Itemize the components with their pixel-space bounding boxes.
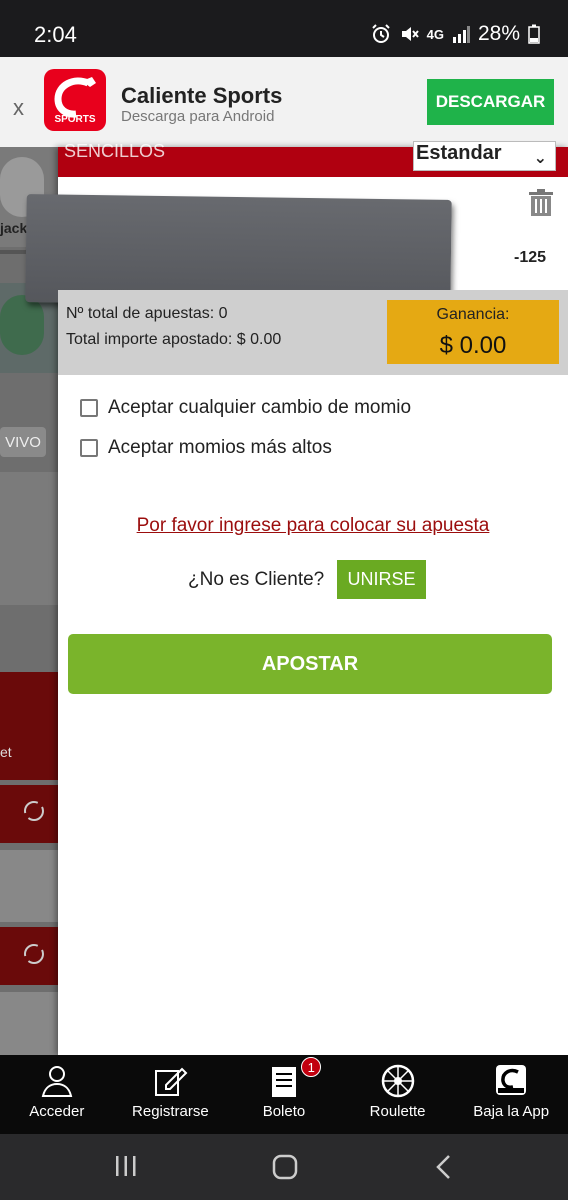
status-icons: 4G 28% (371, 22, 540, 46)
bg-row (0, 850, 58, 922)
bet-summary: Nº total de apuestas: 0 Total importe ap… (58, 290, 568, 375)
bg-row (0, 472, 58, 605)
network-label: 4G (426, 26, 444, 42)
gain-value: $ 0.00 (439, 332, 507, 359)
live-badge: VIVO (0, 427, 46, 457)
status-bar: 2:04 4G 28% (0, 0, 568, 57)
app-promo-banner: x SPORTS Caliente Sports Descarga para A… (0, 57, 568, 147)
app-name: Caliente Sports (121, 83, 283, 108)
bet-selection-row: -125 (25, 177, 568, 308)
app-logo-icon: SPORTS (44, 69, 106, 131)
bg-row (0, 992, 58, 1055)
bet-type-select[interactable]: Estandar ⌄ (413, 141, 556, 171)
logo-text: SPORTS (54, 114, 96, 125)
download-button[interactable]: DESCARGAR (427, 79, 554, 125)
trash-icon[interactable] (528, 189, 554, 222)
ticket-count-badge: 1 (301, 1057, 322, 1077)
slip-header: SENCILLOS Estandar ⌄ (58, 141, 568, 177)
place-bet-button[interactable]: APOSTAR (68, 634, 552, 694)
refresh-icon (22, 942, 46, 971)
chevron-down-icon: ⌄ (533, 150, 547, 167)
tab-label: Boleto (262, 1103, 306, 1120)
odds-value: -125 (514, 249, 547, 266)
mute-icon (399, 24, 419, 44)
join-button[interactable]: UNIRSE (337, 560, 426, 599)
tab-label: Baja la App (473, 1103, 550, 1120)
not-client-text: ¿No es Cliente? (188, 569, 325, 590)
tab-acceder[interactable]: Acceder (0, 1055, 114, 1134)
battery-icon (528, 24, 540, 44)
app-subtitle: Descarga para Android (121, 108, 275, 125)
section-label: SENCILLOS (64, 141, 166, 161)
tab-label: Acceder (29, 1103, 85, 1120)
bet-type-value: Estandar (416, 142, 502, 164)
total-bets: Nº total de apuestas: 0 (66, 305, 228, 322)
status-time: 2:04 (34, 22, 77, 47)
edit-icon (152, 1063, 188, 1104)
app-logo-icon (494, 1063, 528, 1102)
accept-any-change-checkbox[interactable] (80, 399, 98, 417)
bg-bet-fragment: et (0, 744, 12, 760)
bg-row (0, 672, 58, 780)
accept-higher-option[interactable]: Aceptar momios más altos (80, 437, 332, 459)
avatar (0, 295, 44, 355)
bet-slip-panel: SENCILLOS Estandar ⌄ -125 Nº total de ap… (25, 141, 568, 1055)
accept-higher-checkbox[interactable] (80, 439, 98, 457)
accept-any-change-option[interactable]: Aceptar cualquier cambio de momio (80, 397, 411, 419)
home-icon[interactable] (272, 1154, 298, 1180)
bg-item-label: jack (0, 220, 28, 236)
close-banner-button[interactable]: x (13, 95, 24, 121)
accept-any-change-label: Aceptar cualquier cambio de momio (108, 397, 412, 418)
tab-label: Roulette (369, 1103, 426, 1120)
gain-label: Ganancia: (436, 306, 510, 323)
total-amount: Total importe apostado: $ 0.00 (66, 331, 282, 348)
alarm-icon (371, 24, 391, 44)
ticket-icon (266, 1063, 302, 1104)
accept-higher-label: Aceptar momios más altos (108, 437, 332, 458)
bottom-tab-bar: Acceder Registrarse 1 Boleto Roulette Ba… (0, 1055, 568, 1134)
refresh-icon (22, 799, 46, 828)
roulette-icon (380, 1063, 416, 1104)
recent-apps-icon[interactable] (114, 1154, 138, 1178)
gain-box: Ganancia: $ 0.00 (387, 300, 559, 364)
system-nav-bar (0, 1134, 568, 1200)
user-icon (39, 1063, 75, 1104)
tab-baja-la-app[interactable]: Baja la App (454, 1055, 568, 1134)
battery-level: 28% (477, 22, 520, 45)
signal-icon (452, 25, 470, 43)
back-icon[interactable] (432, 1154, 456, 1180)
tab-roulette[interactable]: Roulette (341, 1055, 455, 1134)
login-link[interactable]: Por favor ingrese para colocar su apuest… (58, 515, 568, 537)
tab-registrarse[interactable]: Registrarse (114, 1055, 228, 1134)
tab-label: Registrarse (132, 1103, 209, 1120)
tab-boleto[interactable]: 1 Boleto (227, 1055, 341, 1134)
